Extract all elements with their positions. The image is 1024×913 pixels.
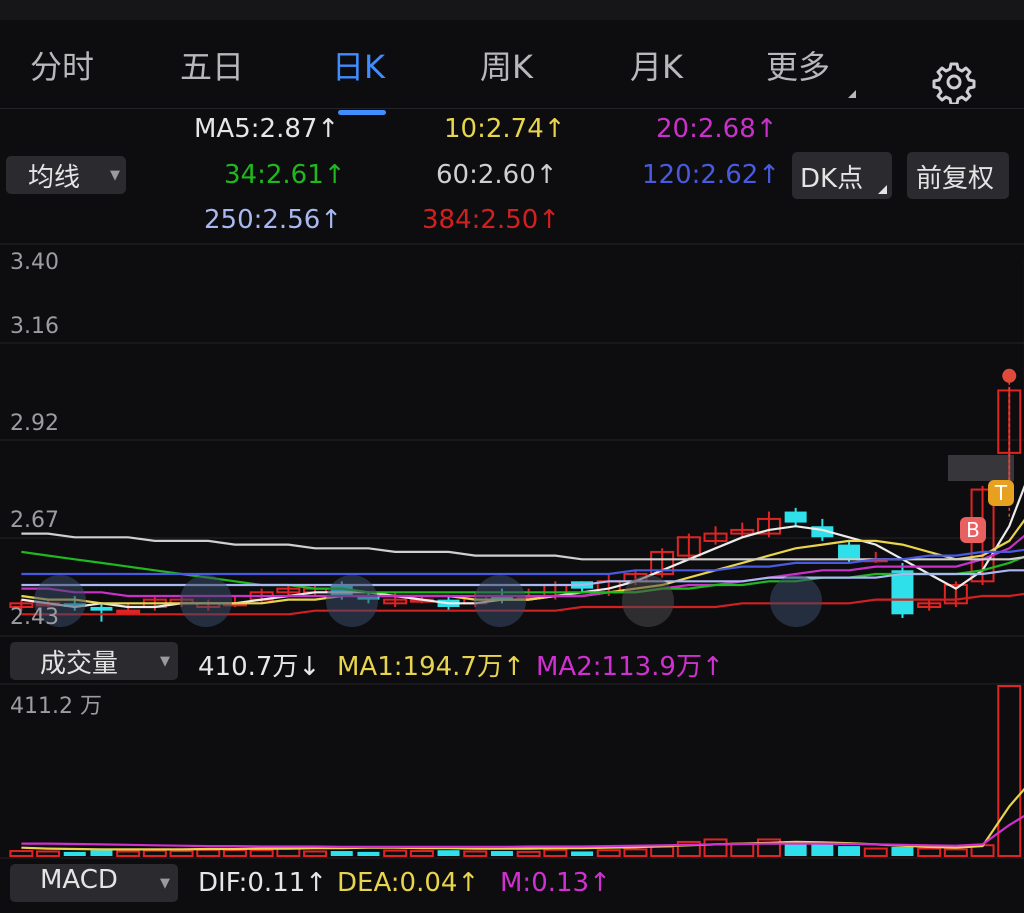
highlight-band <box>948 455 1014 481</box>
volume-legend-item: 410.7万↓ <box>198 652 321 682</box>
volume-bar <box>863 847 888 857</box>
volume-bars <box>9 685 1024 858</box>
volume-bar <box>703 838 728 857</box>
volume-bar <box>811 843 834 856</box>
volume-bar <box>383 849 408 858</box>
volume-ma-line <box>21 787 1024 851</box>
chart-nav-button <box>474 575 526 627</box>
volume-legend-item: MA1:194.7万↑ <box>337 652 525 682</box>
candle-body <box>116 609 141 614</box>
volume-bar <box>249 849 274 857</box>
volume-bar <box>9 850 34 858</box>
volume-legend-item: MA2:113.9万↑ <box>536 652 724 682</box>
volume-bar <box>222 849 247 857</box>
price-axis-label: 3.16 <box>10 314 59 339</box>
candle-body <box>90 606 113 611</box>
volume-ma-lines <box>21 787 1024 851</box>
volume-bar <box>490 851 513 856</box>
volume-axis-max: 411.2 万 <box>10 694 102 719</box>
candle-body <box>838 544 861 560</box>
candle-body <box>891 570 914 615</box>
price-axis-label: 2.92 <box>10 411 59 436</box>
volume-bar <box>409 850 434 858</box>
volume-bar <box>891 846 914 856</box>
volume-bar <box>169 850 194 858</box>
ma-line <box>21 550 1024 594</box>
volume-bar <box>650 845 675 857</box>
volume-bar <box>63 851 86 856</box>
kline-chart[interactable] <box>0 0 1024 913</box>
macd-indicator-label: MACD <box>40 865 118 895</box>
candle-body <box>784 511 807 523</box>
volume-bar <box>596 849 621 857</box>
volume-bar <box>196 848 221 858</box>
chart-nav-button <box>770 575 822 627</box>
volume-bar <box>330 851 353 856</box>
volume-indicator-selector[interactable]: 成交量 ▼ <box>10 642 178 680</box>
chart-nav-button <box>326 575 378 627</box>
volume-bar <box>357 851 380 856</box>
volume-bar <box>516 850 541 858</box>
price-axis-label: 2.67 <box>10 508 59 533</box>
volume-bar <box>303 850 328 857</box>
buy-marker[interactable]: B <box>960 517 986 543</box>
volume-bar <box>463 850 488 857</box>
volume-bar <box>730 842 755 858</box>
caret-down-icon: ▼ <box>160 654 170 669</box>
volume-bar <box>571 851 594 856</box>
macd-legend-item: DEA:0.04↑ <box>337 868 480 898</box>
price-axis-label: 2.43 <box>10 605 59 630</box>
volume-bar <box>943 848 968 857</box>
ma-line <box>21 532 1024 561</box>
chart-nav-button <box>180 575 232 627</box>
volume-bar <box>142 849 167 858</box>
chart-overlay <box>34 368 1017 627</box>
volume-bar <box>116 850 141 857</box>
volume-bar <box>36 850 61 857</box>
volume-bar <box>838 846 861 856</box>
macd-indicator-selector[interactable]: MACD ▼ <box>10 864 178 902</box>
macd-legend-item: DIF:0.11↑ <box>198 868 328 898</box>
volume-bar <box>90 850 113 856</box>
price-axis-label: 3.40 <box>10 250 59 275</box>
volume-indicator-label: 成交量 <box>40 649 119 679</box>
volume-bar <box>623 848 648 857</box>
chart-nav-button <box>622 575 674 627</box>
top-marker[interactable]: T <box>988 480 1014 506</box>
volume-bar <box>917 847 942 857</box>
volume-bar <box>437 850 460 856</box>
volume-bar <box>543 848 568 858</box>
chart-grid <box>0 243 1024 859</box>
volume-ma-line <box>21 814 1024 849</box>
caret-down-icon: ▼ <box>160 876 170 891</box>
macd-legend-item: M:0.13↑ <box>500 868 611 898</box>
